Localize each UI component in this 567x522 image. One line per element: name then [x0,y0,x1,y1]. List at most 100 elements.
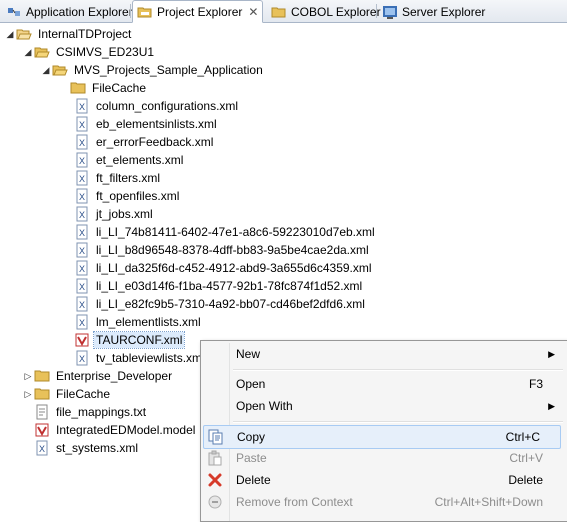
xml-file-icon: X [76,278,88,294]
tree-item-filecache-folder[interactable]: FileCache [70,79,148,97]
xml-file-icon: X [76,296,88,312]
tree-item-file[interactable]: X li_LI_b8d96548-8378-4dff-bb83-9a5be4ca… [74,241,371,259]
xml-file-icon: X [76,188,88,204]
paste-icon [208,450,222,466]
tree-item-connection[interactable]: ◢ CSIMVS_ED23U1 [22,43,156,61]
tab-label: COBOL Explorer [291,4,381,19]
tree-item-file[interactable]: X li_LI_74b81411-6402-47e1-a8c6-59223010… [74,223,377,241]
app-explorer-icon [8,7,20,16]
tab-separator [376,4,377,18]
collapse-arrow-icon[interactable]: ◢ [40,61,52,79]
menu-item-shortcut: Ctrl+C [505,430,540,444]
tree-item-file[interactable]: X et_elements.xml [74,151,185,169]
tab-separator [130,4,131,18]
menu-item-open[interactable]: Open F3 [203,373,563,395]
xml-file-icon: X [76,224,88,240]
tree-label: CSIMVS_ED23U1 [56,45,155,59]
tree-item-file[interactable]: X li_LI_e03d14f6-f1ba-4577-92b1-78fc874f… [74,277,364,295]
tree-label: file_mappings.txt [56,405,147,419]
tree-item-file[interactable]: X jt_jobs.xml [74,205,155,223]
context-menu: New ▶ Open F3 Open With ▶ Copy Ctrl+C Pa… [200,340,567,522]
tree-item-file[interactable]: X eb_elementsinlists.xml [74,115,219,133]
svg-text:X: X [79,102,85,112]
xml-file-icon: X [76,314,88,330]
menu-item-remove-from-context[interactable]: Remove from Context Ctrl+Alt+Shift+Down [203,491,563,513]
menu-item-label: Open [236,377,266,391]
tab-project-explorer[interactable]: Project Explorer ✕ [132,0,264,23]
tree-label: MVS_Projects_Sample_Application [74,63,263,77]
folder-icon [34,370,50,382]
menu-item-new[interactable]: New ▶ [203,343,563,365]
tree-item-file-selected[interactable]: TAURCONF.xml [74,331,186,349]
remove-context-icon [208,495,222,509]
xml-file-icon: X [76,260,88,276]
tree-label: FileCache [56,387,111,401]
open-folder-icon [34,47,50,58]
close-icon[interactable]: ✕ [248,5,258,19]
menu-item-open-with[interactable]: Open With ▶ [203,395,563,417]
tree-item-file[interactable]: file_mappings.txt [34,403,148,421]
collapse-arrow-icon[interactable]: ◢ [4,25,16,43]
tree-label: jt_jobs.xml [96,207,153,221]
text-file-icon [36,404,48,420]
tree-label: FileCache [92,81,147,95]
tree-label: Enterprise_Developer [56,369,173,383]
tree-item-enterprise-developer[interactable]: ▷ Enterprise_Developer [22,367,174,385]
menu-item-shortcut: Ctrl+Alt+Shift+Down [434,495,543,509]
model-file-icon [35,423,49,437]
tree-item-file[interactable]: X column_configurations.xml [74,97,240,115]
xml-file-icon: X [76,242,88,258]
tab-label: Application Explorer [26,4,133,19]
svg-text:X: X [79,156,85,166]
tree-item-filecache-top[interactable]: ▷ FileCache [22,385,112,403]
tree-item-file[interactable]: X st_systems.xml [34,439,140,457]
tab-application-explorer[interactable]: Application Explorer [2,1,137,22]
xml-file-icon: X [76,350,88,366]
svg-text:X: X [79,228,85,238]
tree-label: IntegratedEDModel.model [56,423,196,437]
expand-arrow-icon[interactable]: ▷ [22,385,34,403]
tab-server-explorer[interactable]: Server Explorer [378,1,489,22]
folder-icon [70,82,86,94]
project-explorer-icon [137,7,152,17]
tree-item-project-folder[interactable]: ◢ MVS_Projects_Sample_Application [40,61,265,79]
svg-text:X: X [79,210,85,220]
menu-item-paste[interactable]: Paste Ctrl+V [203,447,563,469]
expand-arrow-icon[interactable]: ▷ [22,367,34,385]
tree-label: li_LI_e03d14f6-f1ba-4577-92b1-78fc874f1d… [96,279,363,293]
tab-cobol-explorer[interactable]: COBOL Explorer [267,1,385,22]
tree-label: et_elements.xml [96,153,184,167]
tree-label: ft_filters.xml [96,171,161,185]
svg-text:X: X [79,246,85,256]
tree-label: st_systems.xml [56,441,139,455]
submenu-arrow-icon: ▶ [548,349,555,359]
svg-text:X: X [79,192,85,202]
tree-item-file[interactable]: X li_LI_e82fc9b5-7310-4a92-bb07-cd46bef2… [74,295,367,313]
menu-item-delete[interactable]: Delete Delete [203,469,563,491]
tree-item-file[interactable]: X ft_filters.xml [74,169,162,187]
xml-file-icon: X [76,170,88,186]
tree-item-file[interactable]: X er_errorFeedback.xml [74,133,215,151]
tree-item-root-project[interactable]: ◢ InternalTDProject [4,25,133,43]
svg-text:X: X [39,444,45,454]
xml-file-icon: X [76,98,88,114]
tree-label: li_LI_da325f6d-c452-4912-abd9-3a655d6c43… [96,261,372,275]
model-file-icon [75,333,89,347]
tab-label: Project Explorer [157,4,243,19]
collapse-arrow-icon[interactable]: ◢ [22,43,34,61]
xml-file-icon: X [76,134,88,150]
tree-label: lm_elementlists.xml [96,315,201,329]
xml-file-icon: X [76,206,88,222]
tree-item-file[interactable]: X tv_tableviewlists.xm [74,349,204,367]
tab-label: Server Explorer [402,4,486,19]
svg-text:X: X [79,354,85,364]
server-explorer-icon [383,5,397,19]
xml-file-icon: X [76,152,88,168]
tree-item-file[interactable]: X li_LI_da325f6d-c452-4912-abd9-3a655d6c… [74,259,374,277]
tree-item-file[interactable]: X lm_elementlists.xml [74,313,203,331]
tree-item-file[interactable]: IntegratedEDModel.model [34,421,197,439]
menu-item-label: Copy [237,430,266,444]
menu-item-copy[interactable]: Copy Ctrl+C [203,425,561,449]
tree-label: InternalTDProject [38,27,132,41]
tree-item-file[interactable]: X ft_openfiles.xml [74,187,181,205]
